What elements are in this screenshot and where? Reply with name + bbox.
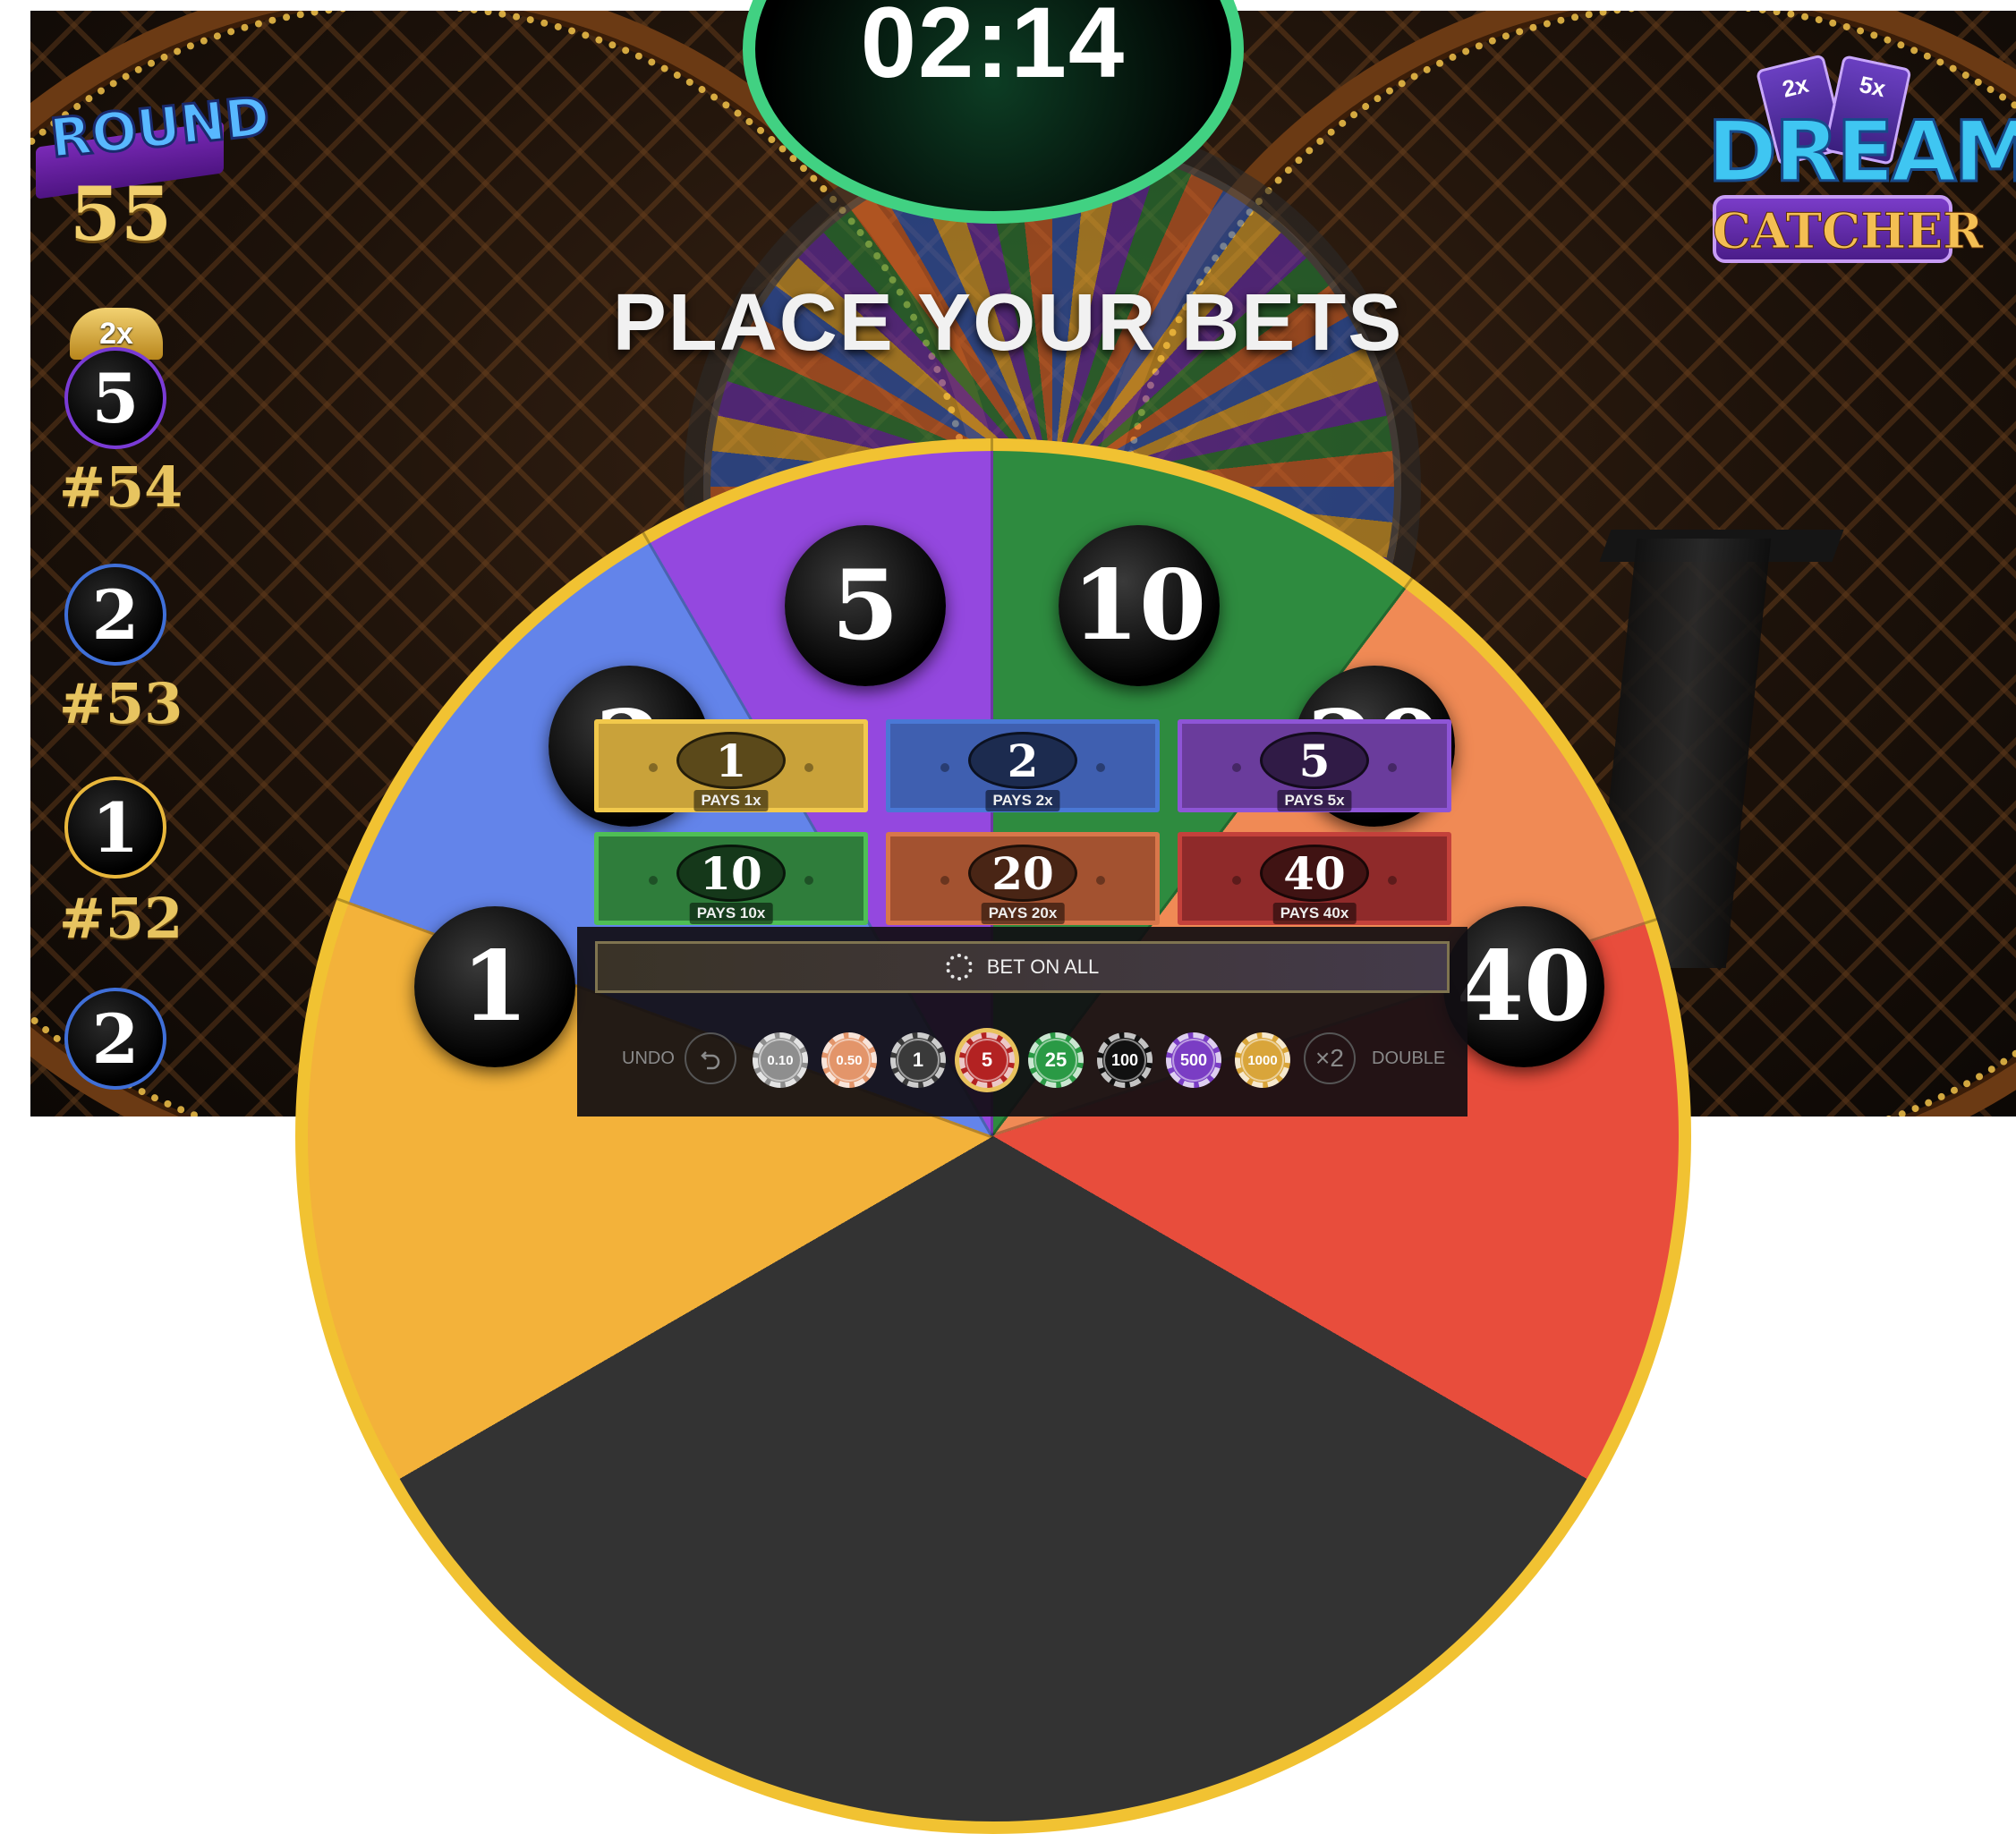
double-button[interactable]: ×2 xyxy=(1304,1032,1356,1084)
chip-1000[interactable]: 1000 xyxy=(1235,1032,1290,1088)
chip-500[interactable]: 500 xyxy=(1166,1032,1221,1088)
wheel xyxy=(295,438,1691,1834)
undo-arrow-icon xyxy=(701,1051,720,1070)
round-number: 55 xyxy=(69,172,173,258)
chip-value: 0.50 xyxy=(828,1039,871,1082)
chip-value: 500 xyxy=(1172,1039,1215,1082)
logo-word-catcher: CATCHER xyxy=(1713,202,1984,260)
double-label[interactable]: DOUBLE xyxy=(1372,1049,1445,1069)
bet-tile-1[interactable]: 1 PAYS 1x xyxy=(594,719,868,812)
logo-word-dream: DREAM xyxy=(1706,103,2016,203)
bet-on-all-label: BET ON ALL xyxy=(986,955,1100,978)
bet-tile-dot xyxy=(940,876,949,885)
history-round-id: #52 xyxy=(59,886,183,951)
chip-5[interactable]: 5 xyxy=(959,1032,1015,1088)
history-round-id: #53 xyxy=(59,671,183,736)
bet-tile-payout: PAYS 5x xyxy=(1277,790,1352,811)
chip-100[interactable]: 100 xyxy=(1097,1032,1153,1088)
bet-tile-number: 5 xyxy=(1260,732,1369,789)
chip-1[interactable]: 1 xyxy=(890,1032,946,1088)
bet-tile-dot xyxy=(1232,876,1241,885)
bet-tile-dot xyxy=(1232,763,1241,772)
bet-tile-number: 40 xyxy=(1260,845,1369,902)
bet-tile-payout: PAYS 1x xyxy=(693,790,769,811)
bet-tile-dot xyxy=(1096,876,1105,885)
bet-tile-5[interactable]: 5 PAYS 5x xyxy=(1178,719,1451,812)
bet-tile-dot xyxy=(940,763,949,772)
chip-value: 1000 xyxy=(1241,1039,1284,1082)
bet-tile-dot xyxy=(1096,763,1105,772)
chip-0.50[interactable]: 0.50 xyxy=(821,1032,877,1088)
bet-on-all-button[interactable]: BET ON ALL xyxy=(595,941,1450,993)
place-bets-banner: PLACE YOUR BETS xyxy=(612,278,1404,368)
double-x2-icon: ×2 xyxy=(1315,1044,1344,1072)
bet-tile-20[interactable]: 20 PAYS 20x xyxy=(886,832,1160,925)
bet-tile-number: 20 xyxy=(968,845,1077,902)
control-panel: BET ON ALL UNDO 0.10 0.50 1 5 25 100 500 1000 ×… xyxy=(577,927,1467,1117)
bet-tile-dot xyxy=(649,876,658,885)
undo-label[interactable]: UNDO xyxy=(622,1049,675,1069)
bet-tile-number: 1 xyxy=(676,732,786,789)
wheel-segment-10: 10 xyxy=(1059,525,1220,686)
history-result: 2 xyxy=(64,988,166,1090)
history-result: 5 xyxy=(64,347,166,449)
bet-tile-payout: PAYS 10x xyxy=(689,903,773,924)
bet-tile-40[interactable]: 40 PAYS 40x xyxy=(1178,832,1451,925)
chip-value: 100 xyxy=(1103,1039,1146,1082)
history-round-id: #54 xyxy=(59,454,183,520)
bet-tile-payout: PAYS 20x xyxy=(981,903,1065,924)
bet-tile-dot xyxy=(1388,763,1397,772)
bet-tile-number: 2 xyxy=(968,732,1077,789)
wheel-segment-5: 5 xyxy=(785,525,946,686)
history-result: 2 xyxy=(64,564,166,666)
bet-tile-number: 10 xyxy=(676,845,786,902)
bet-tile-payout: PAYS 2x xyxy=(985,790,1060,811)
chip-value: 0.10 xyxy=(759,1039,802,1082)
wheel-segment-40: 40 xyxy=(1443,906,1604,1067)
bet-tile-2[interactable]: 2 PAYS 2x xyxy=(886,719,1160,812)
chip-value: 5 xyxy=(965,1039,1008,1082)
bet-tile-dot xyxy=(804,876,813,885)
chip-0.10[interactable]: 0.10 xyxy=(753,1032,808,1088)
bet-tile-10[interactable]: 10 PAYS 10x xyxy=(594,832,868,925)
chip-value: 25 xyxy=(1034,1039,1077,1082)
chip-25[interactable]: 25 xyxy=(1028,1032,1084,1088)
chip-value: 1 xyxy=(897,1039,940,1082)
timer-value: 02:14 xyxy=(860,0,1127,98)
bet-tile-dot xyxy=(649,763,658,772)
history-result: 1 xyxy=(64,777,166,879)
chip-stack-icon xyxy=(945,954,973,981)
bet-tile-dot xyxy=(1388,876,1397,885)
bet-tile-payout: PAYS 40x xyxy=(1272,903,1357,924)
bet-tile-dot xyxy=(804,763,813,772)
dream-catcher-logo: 2x 5x DREAM CATCHER xyxy=(1706,52,2016,267)
wheel-segment-1: 1 xyxy=(414,906,575,1067)
undo-button[interactable] xyxy=(685,1032,736,1084)
